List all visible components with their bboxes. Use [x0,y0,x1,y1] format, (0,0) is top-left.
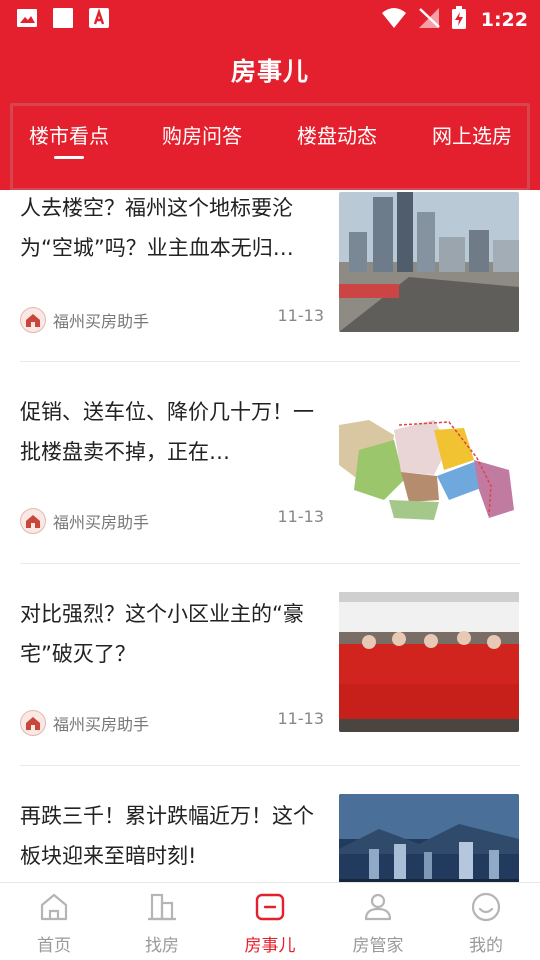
news-date: 11-13 [277,507,325,526]
message-icon [255,893,285,921]
wifi-icon [381,7,407,33]
nav-mine[interactable]: 我的 [432,883,540,960]
tab-online-selection[interactable]: 网上选房 [417,118,527,160]
home-icon [40,893,68,921]
news-title: 促销、送车位、降价几十万！一批楼盘卖不掉，正在… [20,400,314,464]
app-notification-icon [88,7,110,29]
news-title: 再跌三千！累计跌幅近万！这个板块迎来至暗时刻! [20,804,314,868]
smile-icon [471,892,501,922]
news-title: 人去楼空？福州这个地标要沦为“空城”吗？业主血本无归… [20,196,294,260]
bottom-nav: 首页 找房 房事儿 房管家 我的 [0,882,540,960]
nav-house-matters[interactable]: 房事儿 [216,883,324,960]
page-title: 房事儿 [230,57,309,86]
category-tabs: 楼市看点 购房问答 楼盘动态 网上选房 [14,118,526,168]
news-feed[interactable]: 人去楼空？福州这个地标要沦为“空城”吗？业主血本无归… 福州买房助手 11-13 [0,190,540,882]
divider [20,563,520,564]
news-card[interactable]: 人去楼空？福州这个地标要沦为“空城”吗？业主血本无归… 福州买房助手 11-13 [20,190,520,360]
news-card[interactable]: 促销、送车位、降价几十万！一批楼盘卖不掉，正在… 福州买房助手 11-13 [20,390,520,562]
divider [20,765,520,766]
news-date: 11-13 [277,709,325,728]
square-notification-icon [52,7,74,29]
agent-icon [364,893,392,921]
news-thumbnail [339,390,519,530]
news-source: 福州买房助手 [20,710,149,736]
clock: 1:22 [480,9,528,31]
nav-home[interactable]: 首页 [0,883,108,960]
nav-house-manager[interactable]: 房管家 [324,883,432,960]
news-card[interactable]: 对比强烈？这个小区业主的“豪宅”破灭了？ 福州买房助手 11-13 [20,592,520,764]
tab-buying-qa[interactable]: 购房问答 [147,118,257,160]
battery-charging-icon [451,6,467,34]
no-signal-icon [417,7,441,33]
header: 1:22 房事儿 楼市看点 购房问答 楼盘动态 网上选房 [0,0,540,191]
news-card[interactable]: 再跌三千！累计跌幅近万！这个板块迎来至暗时刻! [20,794,520,882]
source-avatar [20,710,46,736]
news-date: 11-13 [277,306,325,325]
status-bar: 1:22 [0,0,540,36]
buildings-icon [148,893,176,921]
news-title: 对比强烈？这个小区业主的“豪宅”破灭了？ [20,602,304,666]
news-thumbnail [339,192,519,332]
divider [20,361,520,362]
news-thumbnail [339,794,519,882]
app-screen: 1:22 房事儿 楼市看点 购房问答 楼盘动态 网上选房 人去楼空？福州这个地标… [0,0,540,960]
tab-market-insight[interactable]: 楼市看点 [14,118,124,160]
source-avatar [20,508,46,534]
news-source: 福州买房助手 [20,307,149,333]
source-avatar [20,307,46,333]
nav-find-house[interactable]: 找房 [108,883,216,960]
active-tab-indicator [54,156,84,159]
news-thumbnail [339,592,519,732]
image-notification-icon [16,7,38,29]
news-source: 福州买房助手 [20,508,149,534]
tab-project-news[interactable]: 楼盘动态 [282,118,392,160]
